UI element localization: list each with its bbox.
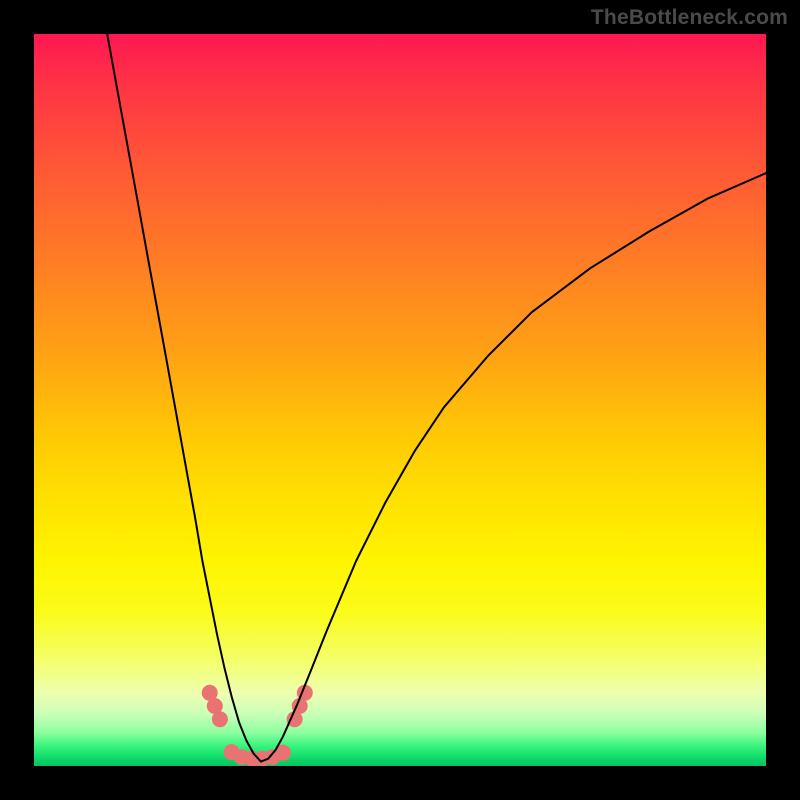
- curve-right-branch: [261, 173, 766, 762]
- chart-svg: [34, 34, 766, 766]
- plot-area: [34, 34, 766, 766]
- watermark-text: TheBottleneck.com: [591, 6, 788, 30]
- outer-frame: TheBottleneck.com: [0, 0, 800, 800]
- marker-group: [202, 685, 313, 766]
- marker-dot: [212, 711, 228, 727]
- curve-left-branch: [107, 34, 261, 762]
